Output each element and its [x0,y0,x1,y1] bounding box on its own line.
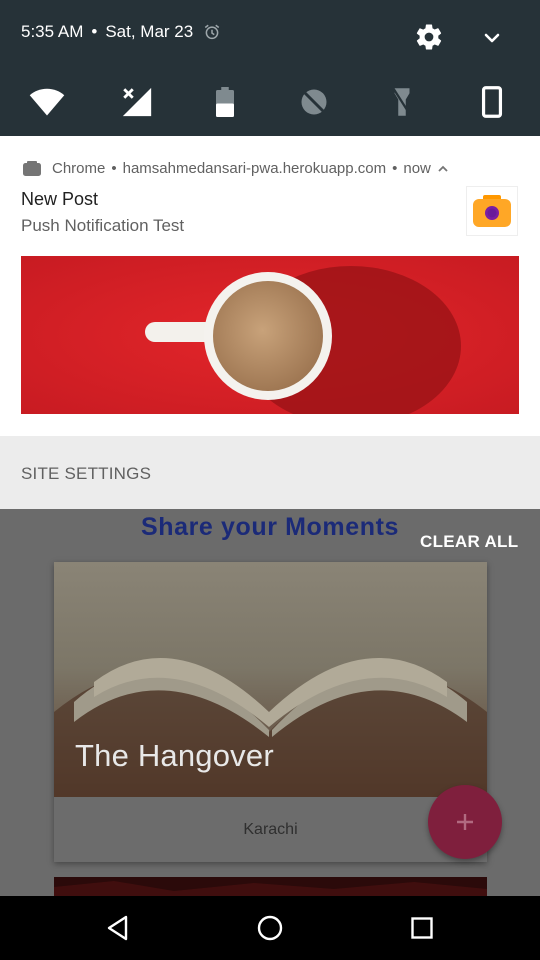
back-icon [107,915,128,941]
notification-text: Push Notification Test [21,216,185,235]
add-post-button[interactable] [428,785,502,859]
notification-origin: hamsahmedansari-pwa.herokuapp.com [122,160,387,177]
site-settings-button[interactable]: SITE SETTINGS [0,436,540,509]
notification-large-icon [466,186,518,236]
wifi-icon [29,88,65,116]
chevron-down-icon[interactable] [478,26,506,50]
status-separator: • [91,22,98,41]
dnd-tile[interactable] [296,84,332,120]
chrome-app-icon [23,160,41,176]
status-row: 5:35 AM • Sat, Mar 23 [21,22,221,42]
cellular-no-signal-icon [122,87,152,117]
clock: 5:35 AM [21,22,84,41]
notification-header: Chrome • hamsahmedansari-pwa.herokuapp.c… [22,160,449,177]
notification-title: New Post [21,189,99,209]
recents-button[interactable] [406,912,438,944]
post-card-2[interactable] [54,877,487,896]
back-button[interactable] [102,912,134,944]
rotation-icon [481,86,503,118]
post-card[interactable]: The Hangover Karachi [54,562,487,862]
coffee-cup-on-red-image [21,256,519,414]
navigation-bar [0,896,540,960]
camera-icon [473,195,511,227]
do-not-disturb-icon [301,89,327,115]
app-background: Share your Moments CLEAR ALL The Hangove… [0,509,540,896]
card-footer: Karachi [54,797,487,862]
battery-tile[interactable] [207,84,243,120]
header-separator: • [111,160,117,177]
date: Sat, Mar 23 [105,22,194,41]
cellular-tile[interactable] [119,84,155,120]
battery-icon [216,87,234,117]
gear-icon[interactable] [414,22,444,52]
clear-all-button[interactable]: CLEAR ALL [420,532,518,552]
wifi-tile[interactable] [29,84,65,120]
plus-icon [457,814,473,830]
card-location: Karachi [243,821,298,838]
notification-app-name: Chrome [52,160,106,177]
notification-time: now [403,160,431,177]
rotation-tile[interactable] [474,84,510,120]
home-button[interactable] [254,912,286,944]
header-separator: • [392,160,398,177]
push-notification[interactable]: Chrome • hamsahmedansari-pwa.herokuapp.c… [0,136,540,436]
quick-settings-header: 5:35 AM • Sat, Mar 23 [0,0,540,136]
card-title: The Hangover [75,738,274,773]
flashlight-tile[interactable] [384,84,420,120]
recents-icon [411,917,433,939]
chevron-up-icon[interactable] [437,164,449,174]
home-icon [257,915,283,941]
site-settings-label: SITE SETTINGS [21,464,152,483]
alarm-icon [205,24,220,40]
flashlight-icon [392,87,412,117]
